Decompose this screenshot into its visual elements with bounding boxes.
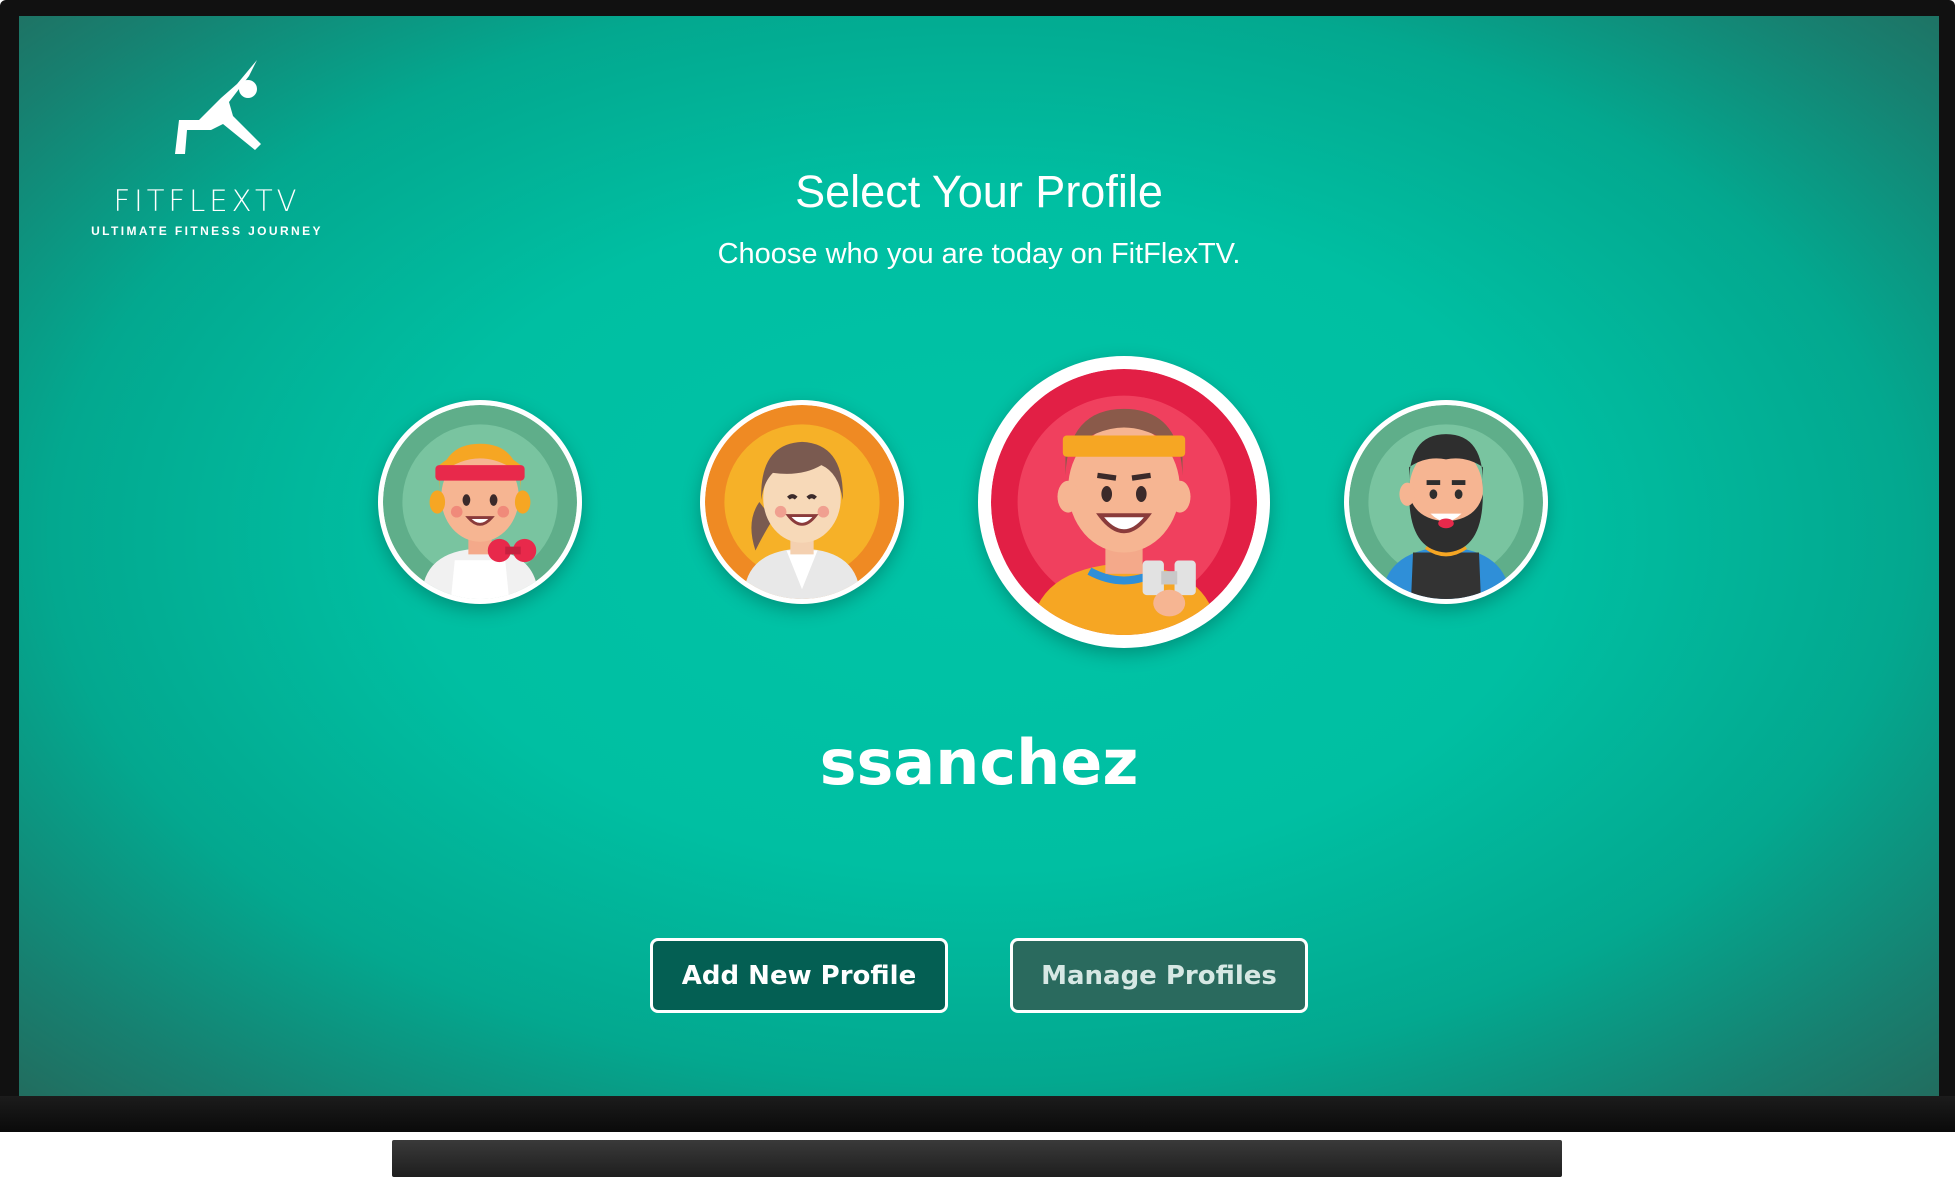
selected-profile-name: ssanchez — [819, 726, 1139, 799]
bearded-man-avatar — [1349, 405, 1543, 599]
woman-headband-dumbbell-avatar — [383, 405, 577, 599]
add-new-profile-button[interactable]: Add New Profile — [650, 938, 948, 1013]
man-headband-dumbbell-avatar — [991, 369, 1257, 635]
yoga-figure-icon — [175, 60, 261, 154]
profile-avatar-1[interactable] — [378, 400, 582, 604]
manage-profiles-button[interactable]: Manage Profiles — [1010, 938, 1308, 1013]
logo-tagline: ULTIMATE FITNESS JOURNEY — [91, 224, 323, 238]
tv-screen: FITFLEXTV ULTIMATE FITNESS JOURNEY Selec… — [19, 16, 1939, 1096]
profile-avatar-2[interactable] — [700, 400, 904, 604]
profile-avatar-3-selected[interactable] — [978, 356, 1270, 648]
page-subtitle: Choose who you are today on FitFlexTV. — [717, 238, 1241, 270]
tv-bottom-bezel — [0, 1096, 1955, 1132]
woman-ponytail-avatar — [705, 405, 899, 599]
profile-avatar-4[interactable] — [1344, 400, 1548, 604]
page-title: Select Your Profile — [795, 166, 1163, 217]
tv-stand — [392, 1140, 1562, 1177]
app-logo: FITFLEXTV ULTIMATE FITNESS JOURNEY — [57, 54, 357, 264]
